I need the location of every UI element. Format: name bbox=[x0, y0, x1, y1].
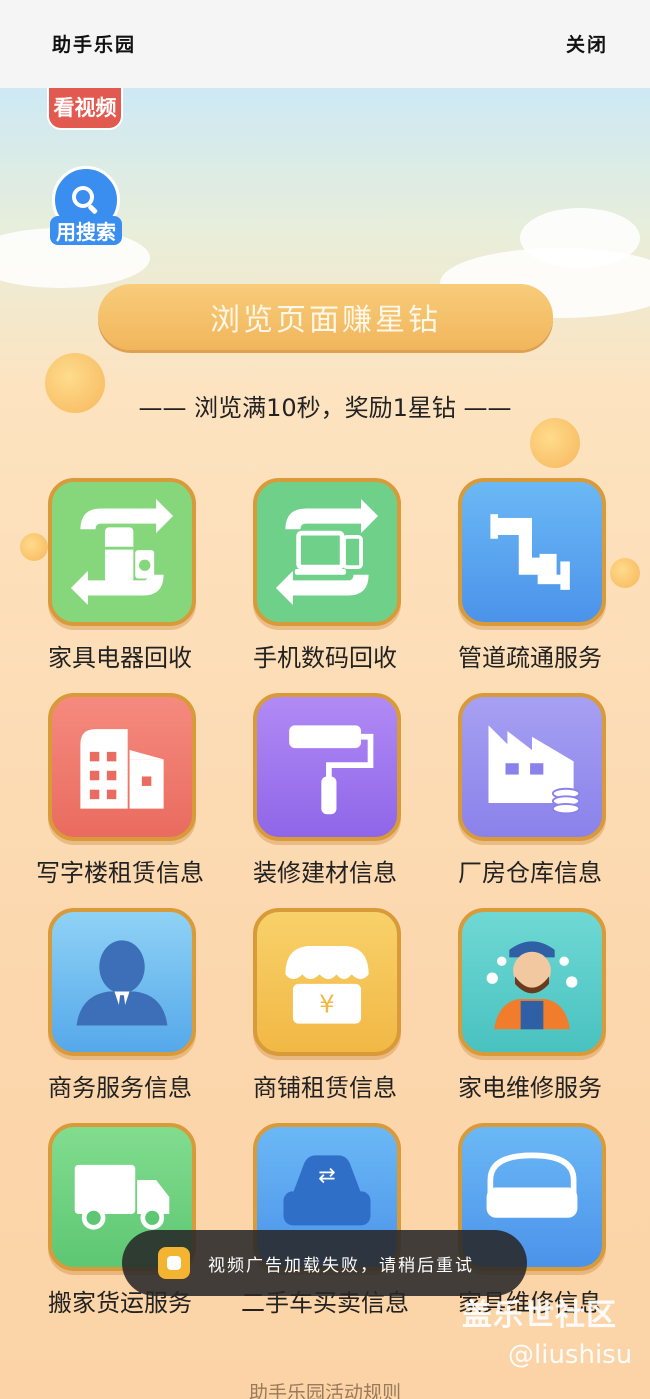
pipe-icon bbox=[490, 514, 570, 590]
digital-recycle-icon bbox=[257, 482, 397, 622]
top-bar: 助手乐园 关闭 bbox=[0, 0, 650, 88]
service-item-renovation[interactable]: 装修建材信息 bbox=[205, 693, 405, 893]
paint-roller-icon bbox=[289, 725, 374, 815]
coin-decoration bbox=[530, 418, 580, 468]
app-icon bbox=[158, 1247, 190, 1279]
service-label: 厂房仓库信息 bbox=[458, 859, 602, 887]
watermark-community: 盖乐世社区 bbox=[462, 1298, 617, 1333]
appliance-recycle-icon bbox=[52, 482, 192, 622]
service-item-appliance-recycle[interactable]: 家具电器回收 bbox=[0, 478, 200, 678]
service-item-business[interactable]: 商务服务信息 bbox=[0, 908, 200, 1108]
service-label: 管道疏通服务 bbox=[458, 644, 602, 672]
svg-text:⇄: ⇄ bbox=[318, 1163, 335, 1187]
service-item-digital-recycle[interactable]: 手机数码回收 bbox=[205, 478, 405, 678]
reward-subtitle: —— 浏览满10秒，奖励1星钻 —— bbox=[138, 394, 512, 422]
shop-icon: ¥ bbox=[285, 946, 369, 1024]
service-label: 家具电器回收 bbox=[48, 644, 192, 672]
service-item-factory[interactable]: 厂房仓库信息 bbox=[410, 693, 610, 893]
repairman-icon bbox=[486, 941, 578, 1030]
service-item-pipe[interactable]: 管道疏通服务 bbox=[410, 478, 610, 678]
service-label: 手机数码回收 bbox=[253, 644, 397, 672]
use-search-label: 用搜索 bbox=[50, 216, 122, 245]
watch-video-badge[interactable]: 看视频 bbox=[47, 86, 123, 130]
browse-earn-button[interactable]: 浏览页面赚星钻 bbox=[98, 284, 553, 350]
coin-decoration bbox=[610, 558, 640, 588]
watermark-user: @liushisu bbox=[508, 1340, 633, 1370]
service-label: 装修建材信息 bbox=[253, 859, 397, 887]
service-label: 写字楼租赁信息 bbox=[36, 859, 204, 887]
svg-text:¥: ¥ bbox=[319, 989, 335, 1018]
activity-rules-link[interactable]: 助手乐园活动规则 bbox=[0, 1378, 650, 1399]
service-label: 商铺租赁信息 bbox=[253, 1074, 397, 1102]
factory-icon bbox=[488, 725, 581, 815]
use-search-badge[interactable]: 用搜索 bbox=[50, 166, 122, 246]
service-item-repair[interactable]: 家电维修服务 bbox=[410, 908, 610, 1108]
toast-message: 视频广告加载失败，请稍后重试 bbox=[122, 1230, 527, 1296]
service-label: 家电维修服务 bbox=[458, 1074, 602, 1102]
service-item-shop[interactable]: ¥ 商铺租赁信息 bbox=[205, 908, 405, 1108]
service-label: 商务服务信息 bbox=[48, 1074, 192, 1102]
page-title: 助手乐园 bbox=[52, 34, 137, 56]
office-building-icon bbox=[80, 729, 164, 809]
service-item-office[interactable]: 写字楼租赁信息 bbox=[0, 693, 204, 893]
close-button[interactable]: 关闭 bbox=[566, 30, 608, 57]
toast-text: 视频广告加载失败，请稍后重试 bbox=[208, 1255, 474, 1276]
business-person-icon bbox=[76, 940, 168, 1026]
